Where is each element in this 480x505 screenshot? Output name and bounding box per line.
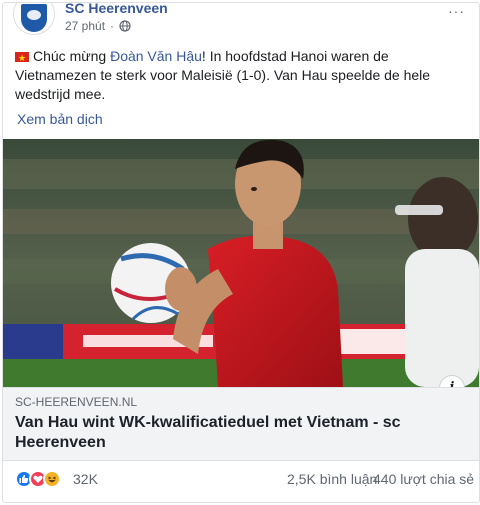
post-header: SC Heerenveen 27 phút · ··· [3,3,479,39]
share-count[interactable]: 440 lượt chia sẻ [373,471,474,487]
page-name-link[interactable]: SC Heerenveen [65,3,168,16]
reaction-count[interactable]: 32K [73,471,98,487]
reactions-bar: 32K 2,5K bình luận 440 lượt chia sẻ [3,465,479,495]
vietnam-flag-icon [15,49,29,68]
post-meta: 27 phút · [65,19,131,33]
mention-link[interactable]: Đoàn Văn Hậu [110,48,202,64]
meta-separator: · [110,19,115,33]
link-preview-image[interactable]: i [3,139,479,387]
post-time[interactable]: 27 phút [65,19,105,33]
link-preview-box[interactable]: SC-HEERENVEEN.NL Van Hau wint WK-kwalifi… [3,387,479,461]
comment-count[interactable]: 2,5K bình luận [287,471,377,487]
page-avatar[interactable] [13,3,55,35]
link-title[interactable]: Van Hau wint WK-kwalificatieduel met Vie… [15,413,455,453]
haha-icon [43,470,61,488]
globe-icon [119,20,131,32]
post-card: SC Heerenveen 27 phút · ··· Chúc mừng Đo… [2,2,480,503]
club-logo-icon [21,4,47,32]
see-translation-link[interactable]: Xem bản dịch [17,111,103,127]
link-domain: SC-HEERENVEEN.NL [15,395,138,409]
more-options-icon[interactable]: ··· [448,3,465,19]
post-text-prefix: Chúc mừng [33,48,111,64]
player-photo [3,139,479,387]
post-text: Chúc mừng Đoàn Văn Hậu! In hoofdstad Han… [15,47,471,104]
